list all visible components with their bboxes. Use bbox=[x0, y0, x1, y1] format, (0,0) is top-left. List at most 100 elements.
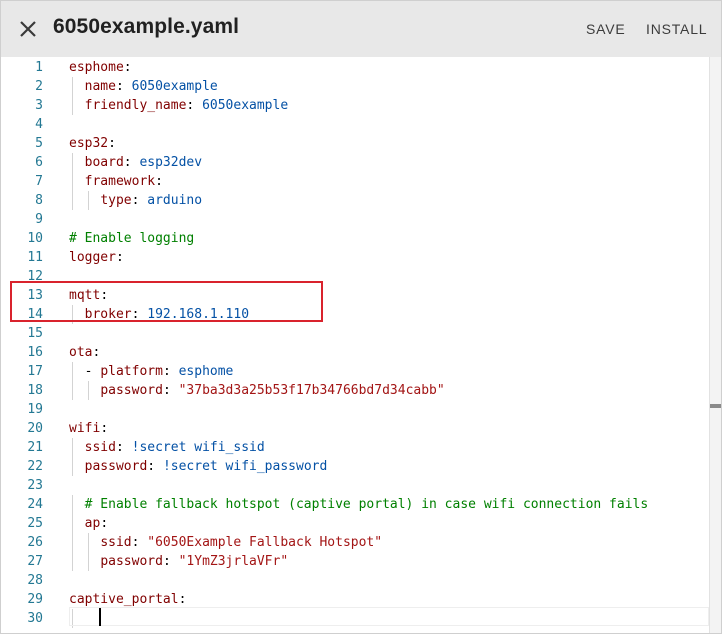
indent-guide bbox=[72, 495, 73, 514]
line-number: 11 bbox=[27, 250, 43, 265]
line-text: name: 6050example bbox=[84, 79, 218, 94]
line-text: password: "37ba3d3a25b53f17b34766bd7d34c… bbox=[100, 383, 445, 398]
editor-dialog: 6050example.yaml SAVE INSTALL 1 esphome: 2… bbox=[0, 0, 722, 634]
current-line-indicator bbox=[69, 607, 709, 626]
line-number: 27 bbox=[27, 554, 43, 569]
code-line[interactable]: 17 - platform: esphome bbox=[1, 362, 709, 381]
indent-guide bbox=[72, 96, 73, 115]
line-number: 2 bbox=[35, 79, 43, 94]
line-text: ap: bbox=[84, 516, 109, 531]
code-line[interactable]: 21 ssid: !secret wifi_ssid bbox=[1, 438, 709, 457]
indent-guide bbox=[72, 153, 73, 172]
line-number: 7 bbox=[35, 174, 43, 189]
code-line[interactable]: 28 bbox=[1, 571, 709, 590]
line-text: password: !secret wifi_password bbox=[84, 459, 328, 474]
indent-guide bbox=[72, 438, 73, 457]
code-line[interactable]: 5 esp32: bbox=[1, 134, 709, 153]
line-number: 9 bbox=[35, 212, 43, 227]
line-text: # Enable fallback hotspot (captive porta… bbox=[84, 497, 649, 512]
file-title: 6050example.yaml bbox=[53, 15, 240, 38]
indent-guide bbox=[72, 381, 73, 400]
code-line[interactable]: 6 board: esp32dev bbox=[1, 153, 709, 172]
mqtt-highlight-box bbox=[10, 281, 323, 322]
line-number: 15 bbox=[27, 326, 43, 341]
line-number: 23 bbox=[27, 478, 43, 493]
code-editor[interactable]: 1 esphome: 2 name: 6050example 3 friendly_n… bbox=[1, 57, 709, 633]
indent-guide bbox=[72, 514, 73, 533]
code-line[interactable]: 27 password: "1YmZ3jrlaVFr" bbox=[1, 552, 709, 571]
line-text: wifi: bbox=[69, 421, 109, 436]
indent-guide bbox=[87, 552, 89, 571]
line-number: 21 bbox=[27, 440, 43, 455]
line-text: type: arduino bbox=[100, 193, 203, 208]
line-number: 5 bbox=[35, 136, 43, 151]
dialog-header: 6050example.yaml SAVE INSTALL bbox=[1, 1, 721, 57]
line-number: 3 bbox=[35, 98, 43, 113]
indent-guide bbox=[72, 362, 73, 381]
code-line[interactable]: 16 ota: bbox=[1, 343, 709, 362]
line-number: 10 bbox=[27, 231, 43, 246]
code-line[interactable]: 20 wifi: bbox=[1, 419, 709, 438]
code-line[interactable]: 2 name: 6050example bbox=[1, 77, 709, 96]
line-text: logger: bbox=[69, 250, 124, 265]
indent-guide bbox=[72, 533, 73, 552]
line-number: 16 bbox=[27, 345, 43, 360]
line-text: password: "1YmZ3jrlaVFr" bbox=[100, 554, 289, 569]
indent-guide bbox=[72, 172, 73, 191]
code-line[interactable]: 25 ap: bbox=[1, 514, 709, 533]
line-text: - platform: esphome bbox=[69, 364, 234, 379]
line-number: 24 bbox=[27, 497, 43, 512]
install-button[interactable]: INSTALL bbox=[646, 21, 707, 37]
line-number: 6 bbox=[35, 155, 43, 170]
indent-guide bbox=[72, 191, 73, 210]
line-text: ssid: "6050Example Fallback Hotspot" bbox=[100, 535, 383, 550]
line-number: 18 bbox=[27, 383, 43, 398]
code-line[interactable]: 7 framework: bbox=[1, 172, 709, 191]
code-line[interactable]: 9 bbox=[1, 210, 709, 229]
line-text: board: esp32dev bbox=[84, 155, 203, 170]
code-line[interactable]: 3 friendly_name: 6050example bbox=[1, 96, 709, 115]
code-line[interactable]: 10 # Enable logging bbox=[1, 229, 709, 248]
code-line[interactable]: 19 bbox=[1, 400, 709, 419]
line-number: 17 bbox=[27, 364, 43, 379]
line-text: framework: bbox=[84, 174, 163, 189]
code-line[interactable]: 4 bbox=[1, 115, 709, 134]
code-line[interactable]: 26 ssid: "6050Example Fallback Hotspot" bbox=[1, 533, 709, 552]
save-button[interactable]: SAVE bbox=[586, 21, 626, 37]
indent-guide bbox=[72, 77, 73, 96]
code-line[interactable]: 18 password: "37ba3d3a25b53f17b34766bd7d… bbox=[1, 381, 709, 400]
indent-guide bbox=[87, 381, 89, 400]
code-line[interactable]: 1 esphome: bbox=[1, 58, 709, 77]
line-number: 1 bbox=[35, 60, 43, 75]
line-number: 22 bbox=[27, 459, 43, 474]
line-number: 20 bbox=[27, 421, 43, 436]
line-number: 28 bbox=[27, 573, 43, 588]
code-line[interactable]: 23 bbox=[1, 476, 709, 495]
editor-scrollbar[interactable] bbox=[709, 57, 721, 633]
line-text: esp32: bbox=[69, 136, 116, 151]
code-line[interactable]: 24 # Enable fallback hotspot (captive po… bbox=[1, 495, 709, 514]
line-text: ssid: !secret wifi_ssid bbox=[84, 440, 265, 455]
code-line[interactable]: 8 type: arduino bbox=[1, 191, 709, 210]
code-line[interactable]: 15 bbox=[1, 324, 709, 343]
line-text: # Enable logging bbox=[69, 231, 195, 246]
line-number: 25 bbox=[27, 516, 43, 531]
line-number: 19 bbox=[27, 402, 43, 417]
line-text: esphome: bbox=[69, 60, 132, 75]
code-line[interactable]: 11 logger: bbox=[1, 248, 709, 267]
line-text: ota: bbox=[69, 345, 101, 360]
line-number: 4 bbox=[35, 117, 43, 132]
indent-guide bbox=[87, 191, 89, 210]
indent-guide bbox=[72, 552, 73, 571]
line-number: 29 bbox=[27, 592, 43, 607]
scrollbar-position-marker[interactable] bbox=[710, 404, 721, 408]
close-icon[interactable] bbox=[17, 18, 39, 40]
line-number: 26 bbox=[27, 535, 43, 550]
line-text: friendly_name: 6050example bbox=[84, 98, 289, 113]
text-cursor bbox=[99, 608, 101, 626]
indent-guide bbox=[72, 457, 73, 476]
line-number: 8 bbox=[35, 193, 43, 208]
indent-guide bbox=[87, 533, 89, 552]
code-line[interactable]: 22 password: !secret wifi_password bbox=[1, 457, 709, 476]
line-number: 30 bbox=[27, 611, 43, 626]
